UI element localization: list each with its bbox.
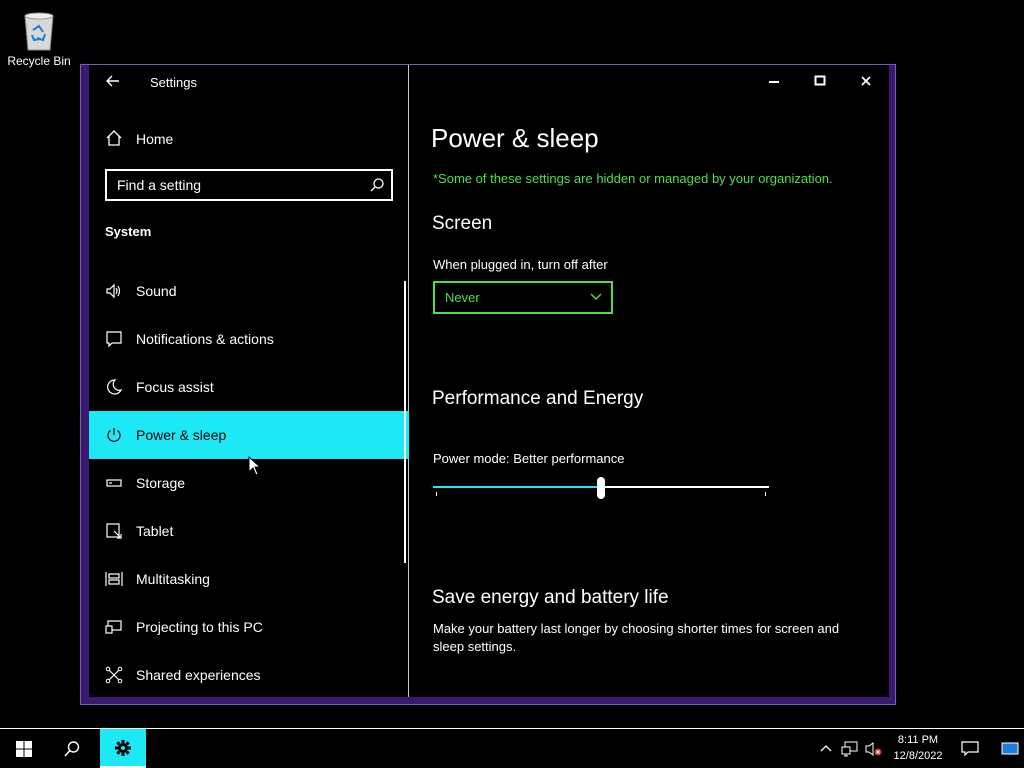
window-controls: [751, 65, 889, 97]
sidebar-item-tablet[interactable]: Tablet: [89, 507, 409, 555]
sidebar-item-label: Power & sleep: [136, 427, 227, 443]
projecting-icon: [105, 618, 123, 636]
volume-button[interactable]: [862, 729, 886, 768]
screen-timeout-dropdown[interactable]: Never: [433, 281, 613, 314]
slider-tick: [765, 492, 766, 496]
taskbar: 8:11 PM 12/8/2022: [0, 728, 1024, 768]
sidebar-item-sound[interactable]: Sound: [89, 267, 409, 315]
back-arrow-icon: [106, 75, 119, 87]
sidebar-item-label: Storage: [136, 475, 186, 491]
taskbar-search-button[interactable]: [48, 729, 96, 768]
title-bar: Settings: [89, 65, 409, 101]
home-link[interactable]: Home: [89, 121, 409, 157]
minimize-icon: [769, 81, 779, 83]
nav-scrollbar[interactable]: [404, 281, 406, 563]
sidebar-item-label: Tablet: [136, 523, 174, 539]
home-icon: [105, 129, 123, 147]
close-icon: [861, 76, 871, 86]
volume-muted-icon: [865, 741, 882, 756]
sidebar-item-multitasking[interactable]: Multitasking: [89, 555, 409, 603]
notification-icon: [105, 330, 123, 348]
multitasking-icon: [105, 570, 123, 588]
page-title: Power & sleep: [431, 123, 599, 153]
network-button[interactable]: [838, 729, 862, 768]
sidebar-item-shared-experiences[interactable]: Shared experiences: [89, 651, 409, 699]
recycle-bin-desktop-icon[interactable]: Recycle Bin: [4, 8, 74, 68]
sidebar-item-label: Multitasking: [136, 571, 210, 587]
chevron-down-icon: [589, 289, 603, 303]
maximize-icon: [814, 75, 826, 86]
dropdown-value: Never: [445, 290, 480, 305]
screen-heading: Screen: [432, 213, 493, 234]
recycle-bin-label: Recycle Bin: [7, 54, 71, 68]
search-box: [105, 169, 393, 201]
show-hidden-icons-button[interactable]: [814, 729, 838, 768]
action-center-button[interactable]: [952, 729, 988, 768]
desktop-icon: [1001, 742, 1019, 754]
taskbar-clock[interactable]: 8:11 PM 12/8/2022: [888, 732, 948, 764]
power-icon: [105, 426, 123, 444]
storage-icon: [105, 474, 123, 492]
mouse-cursor-icon: [248, 455, 262, 476]
start-button[interactable]: [0, 729, 48, 768]
sidebar-item-label: Sound: [136, 283, 177, 299]
shared-experiences-icon: [105, 666, 123, 684]
tablet-icon: [105, 522, 123, 540]
sidebar-item-label: Focus assist: [136, 379, 214, 395]
settings-window: Settings Home System Sound: [80, 64, 896, 705]
save-energy-heading: Save energy and battery life: [432, 587, 669, 608]
slider-fill: [433, 486, 601, 488]
maximize-button[interactable]: [797, 65, 843, 97]
sidebar-item-notifications[interactable]: Notifications & actions: [89, 315, 409, 363]
moon-icon: [105, 378, 123, 396]
sidebar-item-label: Projecting to this PC: [136, 619, 263, 635]
clock-date: 12/8/2022: [893, 750, 943, 762]
power-mode-label: Power mode: Better performance: [433, 451, 625, 466]
search-icon[interactable]: [369, 177, 385, 193]
back-button[interactable]: [103, 73, 123, 93]
search-input[interactable]: [107, 171, 367, 199]
show-desktop-button[interactable]: [996, 729, 1024, 768]
navigation-pane: Settings Home System Sound: [89, 65, 409, 697]
app-title: Settings: [150, 75, 197, 90]
power-mode-slider[interactable]: [433, 475, 769, 499]
performance-heading: Performance and Energy: [432, 388, 644, 409]
chevron-up-icon: [820, 744, 832, 751]
content-pane: Power & sleep *Some of these settings ar…: [410, 65, 889, 697]
close-button[interactable]: [843, 65, 889, 97]
managed-by-organization-note: *Some of these settings are hidden or ma…: [433, 171, 833, 186]
section-title: System: [105, 224, 152, 239]
gear-icon: [115, 739, 131, 756]
notification-icon: [961, 740, 979, 756]
nav-list: Sound Notifications & actions Focus assi…: [89, 267, 409, 699]
taskbar-settings-app[interactable]: [100, 729, 146, 768]
search-icon: [64, 740, 80, 757]
recycle-bin-icon: [19, 8, 59, 52]
sidebar-item-label: Shared experiences: [136, 667, 261, 683]
minimize-button[interactable]: [751, 65, 797, 97]
home-label: Home: [136, 131, 174, 147]
windows-logo-icon: [16, 740, 32, 757]
speaker-icon: [105, 282, 123, 300]
slider-thumb[interactable]: [597, 477, 605, 499]
network-icon: [841, 741, 858, 756]
clock-time: 8:11 PM: [897, 734, 939, 746]
sidebar-item-label: Notifications & actions: [136, 331, 274, 347]
plugged-in-label: When plugged in, turn off after: [433, 257, 608, 272]
sidebar-item-projecting[interactable]: Projecting to this PC: [89, 603, 409, 651]
save-energy-description: Make your battery last longer by choosin…: [433, 621, 840, 654]
sidebar-item-focus-assist[interactable]: Focus assist: [89, 363, 409, 411]
sidebar-item-power-sleep[interactable]: Power & sleep: [89, 411, 409, 459]
slider-tick: [436, 492, 437, 496]
